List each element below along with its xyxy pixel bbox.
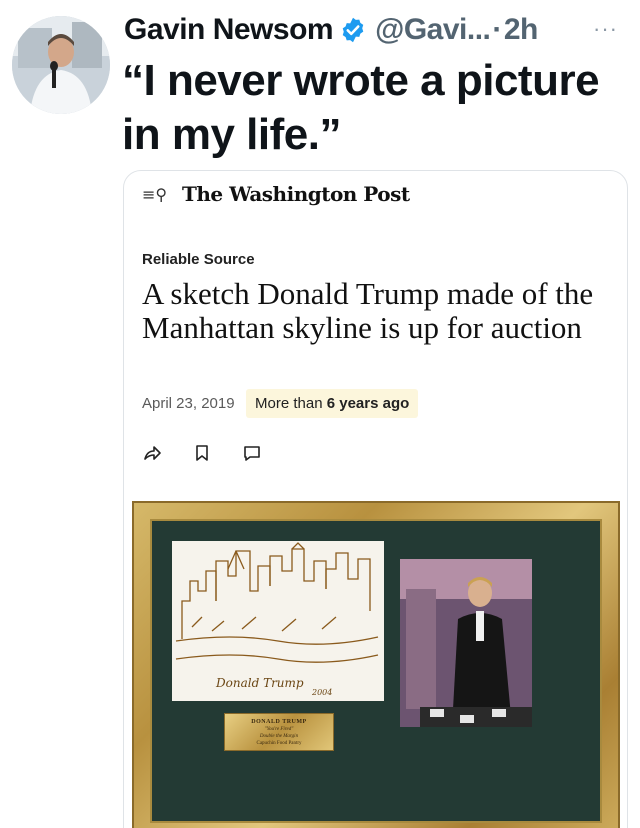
time-separator: ·: [492, 13, 502, 46]
author-name[interactable]: Gavin Newsom: [124, 13, 334, 47]
tweet-header: Gavin Newsom @Gavi... · 2h ···: [124, 12, 624, 48]
menu-search-icon[interactable]: ≡⚲: [142, 185, 167, 204]
article-actions: [142, 443, 262, 463]
sketch-signature-year: 2004: [311, 688, 332, 697]
avatar[interactable]: [12, 16, 110, 114]
plaque-line-1: DONALD TRUMP: [251, 719, 307, 725]
framed-photo: [400, 559, 532, 727]
plaque-line-4: Capuchin Food Pantry: [256, 741, 302, 746]
link-preview-card[interactable]: ≡⚲ The Washington Post Reliable Source A…: [123, 170, 628, 828]
brass-plaque: DONALD TRUMP "You're Fired" Double the M…: [224, 713, 334, 751]
verified-badge-icon: [339, 16, 367, 44]
more-options-icon[interactable]: ···: [593, 16, 618, 42]
article-age-badge: More than 6 years ago: [246, 389, 419, 418]
share-icon[interactable]: [142, 443, 162, 463]
tweet-time[interactable]: 2h: [504, 13, 539, 47]
plaque-line-3: Double the Margin: [259, 734, 299, 739]
plaque-line-2: "You're Fired": [264, 727, 294, 732]
skyline-sketch: Donald Trump 2004: [172, 541, 384, 701]
svg-text:Donald Trump: Donald Trump: [215, 676, 304, 690]
article-date: April 23, 2019: [142, 395, 235, 412]
article-headline[interactable]: A sketch Donald Trump made of the Manhat…: [142, 277, 612, 345]
author-handle[interactable]: @Gavi...: [375, 13, 491, 47]
age-prefix: More than: [255, 395, 327, 412]
comment-icon[interactable]: [242, 443, 262, 463]
age-value: 6 years ago: [326, 395, 410, 412]
bookmark-icon[interactable]: [192, 443, 212, 463]
article-image[interactable]: Donald Trump 2004 DONALD TRUMP "You're F…: [132, 501, 620, 828]
publication-logo[interactable]: The Washington Post: [182, 182, 410, 206]
tweet-text: “I never wrote a picture in my life.”: [122, 56, 600, 159]
publication-bar: ≡⚲ The Washington Post: [142, 179, 410, 209]
article-kicker[interactable]: Reliable Source: [142, 251, 255, 268]
